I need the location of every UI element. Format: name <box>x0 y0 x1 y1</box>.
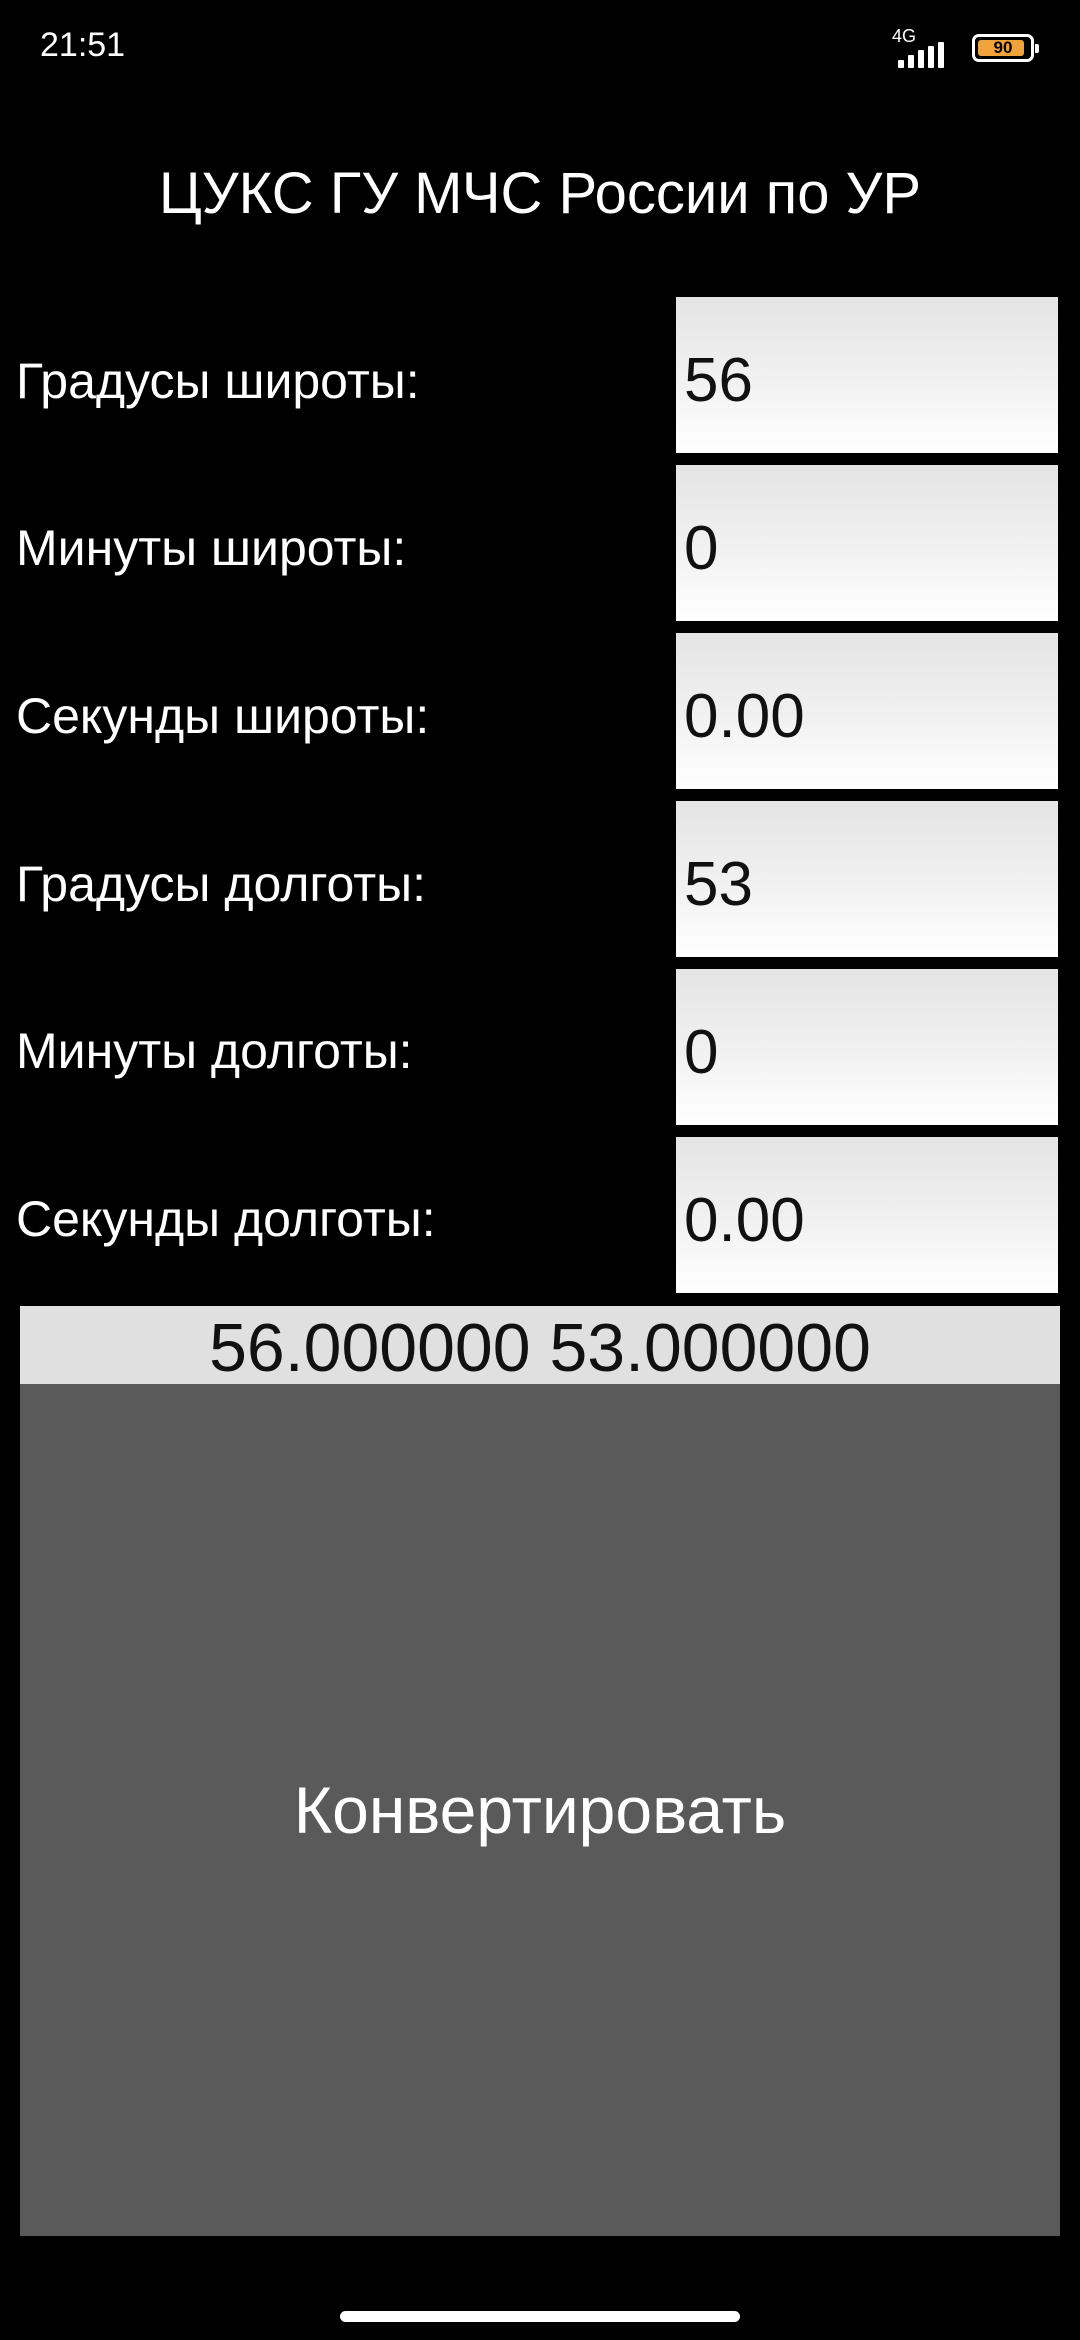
lon-minutes-input[interactable] <box>676 969 1058 1125</box>
lon-seconds-input[interactable] <box>676 1137 1058 1293</box>
signal-icon: 4G <box>890 26 960 68</box>
battery-level: 90 <box>993 38 1013 57</box>
lat-degrees-input[interactable] <box>676 297 1058 453</box>
convert-button-label: Конвертировать <box>293 1773 787 1847</box>
battery-icon: 90 <box>972 34 1039 62</box>
lon-degrees-label: Градусы долготы: <box>16 856 426 912</box>
status-time: 21:51 <box>40 26 126 64</box>
status-icons: 4G 90 <box>890 26 1039 68</box>
app-title: ЦУКС ГУ МЧС России по УР <box>158 161 922 226</box>
home-indicator[interactable] <box>340 2311 740 2322</box>
lat-degrees-label: Градусы широты: <box>16 353 420 409</box>
lat-minutes-label: Минуты широты: <box>16 520 407 576</box>
lon-degrees-input[interactable] <box>676 801 1058 957</box>
lon-seconds-label: Секунды долготы: <box>16 1191 436 1247</box>
lat-seconds-label: Секунды широты: <box>16 688 430 744</box>
lat-seconds-input[interactable] <box>676 633 1058 789</box>
status-bar: 21:51 4G 90 <box>0 0 1080 100</box>
lon-minutes-label: Минуты долготы: <box>16 1023 413 1079</box>
convert-button[interactable]: Конвертировать <box>20 1384 1060 2236</box>
app-screen: 21:51 4G 90 ЦУКС ГУ МЧС России по УР Гра… <box>0 0 1080 2340</box>
result-output: 56.000000 53.000000 <box>20 1306 1060 1384</box>
lat-minutes-input[interactable] <box>676 465 1058 621</box>
